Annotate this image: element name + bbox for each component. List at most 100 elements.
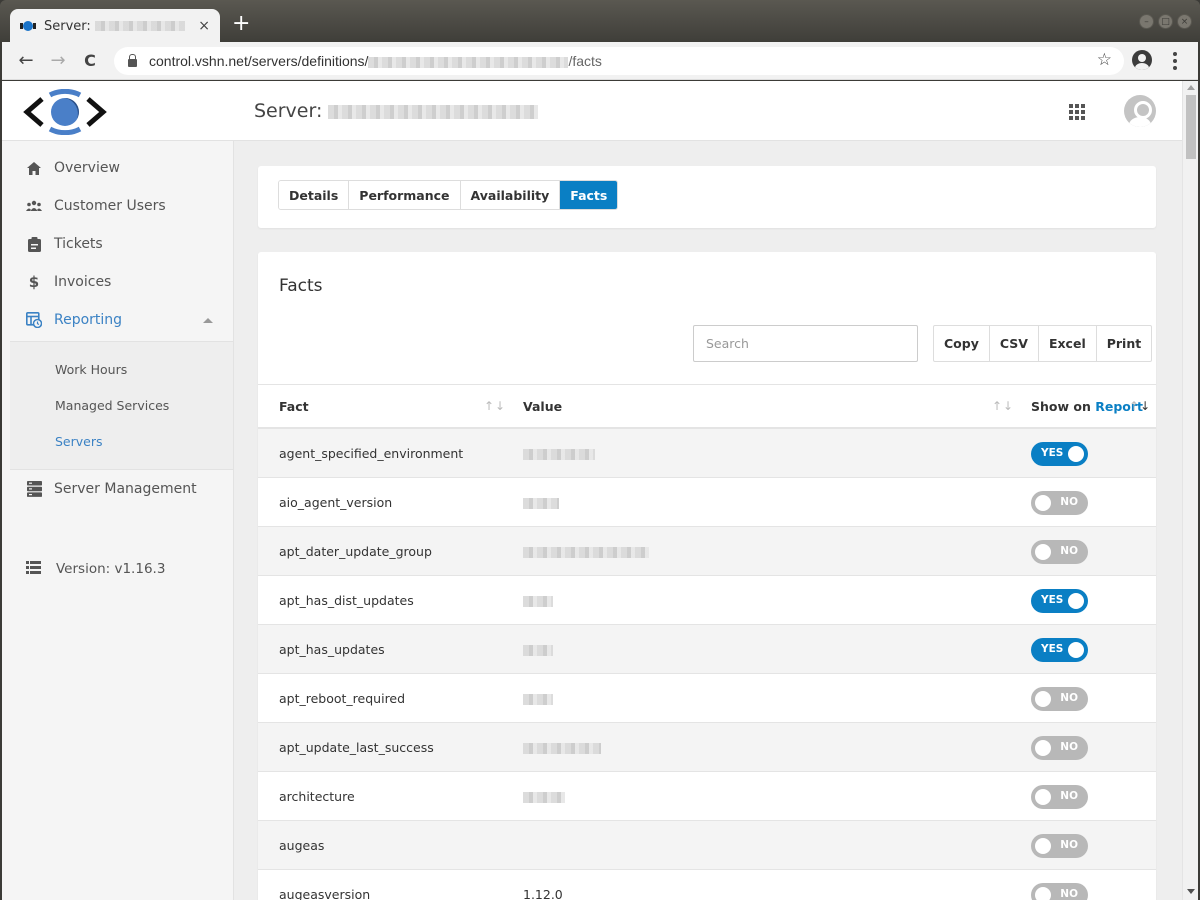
url-text: control.vshn.net/servers/definitions/ /fa…	[149, 53, 602, 69]
facts-table-body: agent_specified_environment YES aio_agent_…	[258, 429, 1156, 900]
search-input[interactable]	[693, 325, 918, 362]
facts-card: Facts Copy CSV Excel Print Fact ↑↓ Value…	[258, 252, 1156, 900]
print-button[interactable]: Print	[1097, 326, 1152, 361]
sidebar-item-reporting[interactable]: Reporting	[2, 301, 233, 339]
show-on-report-toggle[interactable]: YES	[1031, 638, 1088, 662]
show-on-report-toggle[interactable]: YES	[1031, 589, 1088, 613]
page-viewport: Server: Overview Customer Users Tickets …	[2, 81, 1198, 900]
redacted-server-name	[328, 104, 539, 119]
chevron-up-icon[interactable]	[203, 318, 213, 323]
user-avatar[interactable]	[1124, 95, 1156, 127]
sidebar-item-tickets[interactable]: Tickets	[2, 225, 233, 263]
tab-facts[interactable]: Facts	[560, 181, 618, 209]
back-button[interactable]: ←	[10, 45, 42, 77]
report-icon	[26, 312, 42, 328]
excel-button[interactable]: Excel	[1039, 326, 1097, 361]
sidebar-item-label: Tickets	[54, 236, 103, 252]
tab-availability[interactable]: Availability	[460, 181, 561, 209]
close-window-icon[interactable]: ×	[1177, 14, 1192, 29]
redacted-value	[523, 449, 595, 460]
maximize-icon[interactable]: □	[1158, 14, 1173, 29]
toggle-label: NO	[1060, 888, 1078, 900]
sidebar-item-label: Server Management	[54, 481, 197, 497]
sidebar-item-overview[interactable]: Overview	[2, 149, 233, 187]
redacted-value	[523, 792, 565, 803]
table-row: agent_specified_environment YES	[258, 429, 1156, 478]
sidebar: Overview Customer Users Tickets $ Invoic…	[2, 141, 234, 900]
redacted-url-part	[368, 56, 569, 68]
close-tab-icon[interactable]: ×	[198, 18, 210, 34]
csv-button[interactable]: CSV	[990, 326, 1039, 361]
toggle-knob	[1035, 495, 1051, 511]
column-header-show-on-report[interactable]: Show on Report	[1031, 399, 1143, 414]
redacted-value	[523, 498, 559, 509]
browser-menu-icon[interactable]	[1168, 48, 1182, 74]
reload-button[interactable]: C	[74, 45, 106, 77]
lock-icon	[128, 54, 137, 67]
column-header-fact[interactable]: Fact	[279, 399, 309, 414]
show-on-report-toggle[interactable]: NO	[1031, 785, 1088, 809]
browser-tab[interactable]: Server: ×	[10, 9, 220, 43]
sidebar-subitem-servers[interactable]: Servers	[55, 434, 103, 449]
server-icon	[26, 481, 42, 497]
fact-value	[523, 446, 595, 461]
column-header-value[interactable]: Value	[523, 399, 562, 414]
fact-name: augeasversion	[279, 887, 371, 900]
vshn-logo-icon[interactable]	[22, 89, 108, 135]
sidebar-item-customer-users[interactable]: Customer Users	[2, 187, 233, 225]
sort-icon[interactable]: ↑↓	[992, 399, 1014, 413]
clipboard-icon	[26, 236, 42, 252]
browser-toolbar: ← → C control.vshn.net/servers/definitio…	[2, 42, 1198, 80]
vshn-favicon-icon	[20, 20, 36, 32]
scroll-down-icon[interactable]	[1187, 889, 1195, 894]
page-scrollbar[interactable]	[1182, 81, 1198, 900]
toggle-label: NO	[1060, 545, 1078, 557]
fact-name: agent_specified_environment	[279, 446, 464, 461]
toggle-label: YES	[1041, 447, 1064, 459]
sort-icon[interactable]: ↑↓	[484, 399, 506, 413]
show-on-report-toggle[interactable]: NO	[1031, 491, 1088, 515]
show-on-report-toggle[interactable]: NO	[1031, 883, 1088, 900]
new-tab-button[interactable]: +	[232, 12, 250, 36]
show-on-report-toggle[interactable]: NO	[1031, 834, 1088, 858]
toggle-knob	[1035, 789, 1051, 805]
toggle-label: YES	[1041, 594, 1064, 606]
table-row: apt_has_updates YES	[258, 625, 1156, 674]
facts-title: Facts	[279, 276, 323, 296]
browser-profile-icon[interactable]	[1132, 50, 1152, 70]
redacted-value	[523, 743, 601, 754]
toggle-knob	[1068, 593, 1084, 609]
list-icon	[26, 559, 42, 578]
show-on-report-toggle[interactable]: YES	[1031, 442, 1088, 466]
show-on-report-toggle[interactable]: NO	[1031, 687, 1088, 711]
table-row: aio_agent_version NO	[258, 478, 1156, 527]
browser-window: Server: × + – □ × ← → C control.vshn.net…	[0, 0, 1200, 900]
toggle-knob	[1068, 642, 1084, 658]
apps-grid-icon[interactable]	[1069, 104, 1085, 120]
sort-desc-icon[interactable]: ↑↓	[1129, 399, 1151, 413]
page-title: Server:	[254, 100, 539, 122]
scrollbar-thumb[interactable]	[1186, 95, 1196, 159]
copy-button[interactable]: Copy	[934, 326, 990, 361]
tab-details[interactable]: Details	[279, 181, 350, 209]
tab-performance[interactable]: Performance	[349, 181, 461, 209]
sidebar-item-server-management[interactable]: Server Management	[2, 470, 233, 508]
sidebar-subitem-managed-services[interactable]: Managed Services	[55, 398, 169, 413]
toggle-label: NO	[1060, 692, 1078, 704]
show-on-report-toggle[interactable]: NO	[1031, 540, 1088, 564]
fact-value	[523, 642, 553, 657]
scroll-up-icon[interactable]	[1187, 85, 1195, 90]
forward-button[interactable]: →	[42, 45, 74, 77]
bookmark-star-icon[interactable]: ☆	[1097, 50, 1112, 70]
redacted-value	[523, 694, 553, 705]
users-icon	[26, 198, 42, 214]
table-row: architecture NO	[258, 772, 1156, 821]
table-header: Fact ↑↓ Value ↑↓ Show on Report ↑↓	[258, 385, 1156, 429]
sidebar-item-label: Customer Users	[54, 198, 166, 214]
sidebar-subitem-work-hours[interactable]: Work Hours	[55, 362, 127, 377]
show-on-report-toggle[interactable]: NO	[1031, 736, 1088, 760]
address-bar[interactable]: control.vshn.net/servers/definitions/ /fa…	[114, 47, 1124, 75]
minimize-icon[interactable]: –	[1139, 14, 1154, 29]
fact-value	[523, 740, 601, 755]
sidebar-item-invoices[interactable]: $ Invoices	[2, 263, 233, 301]
